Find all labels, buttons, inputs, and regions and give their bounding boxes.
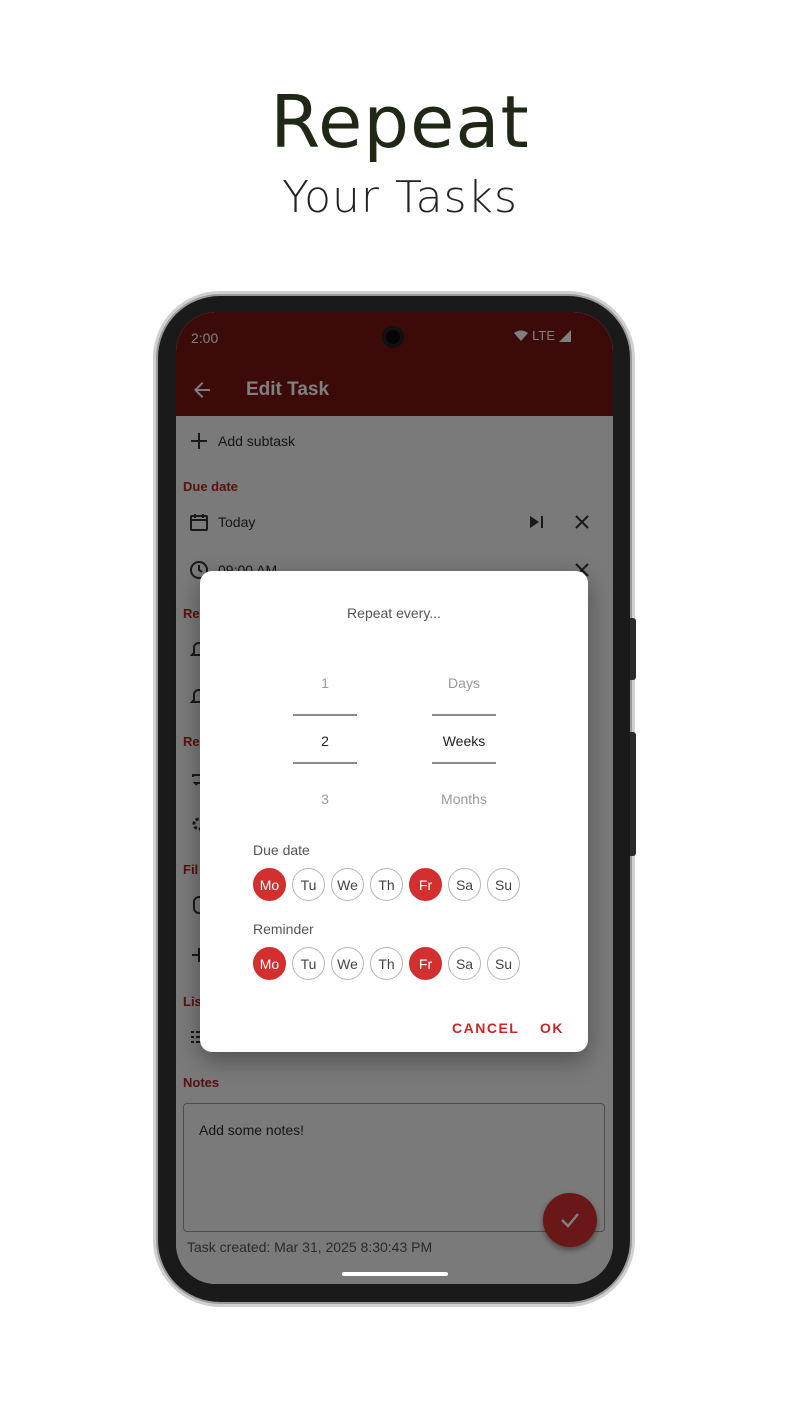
headline-subtitle: Your Tasks <box>282 172 518 223</box>
dialog-title: Repeat every... <box>347 605 441 621</box>
volume-button <box>630 618 636 680</box>
number-picker[interactable]: 1 2 3 <box>293 667 357 817</box>
picker-divider <box>293 762 357 764</box>
unit-option-below[interactable]: Months <box>432 791 496 807</box>
reminder-day-tu[interactable]: Tu <box>292 947 325 980</box>
repeat-dialog: Repeat every... 1 2 3 Days Weeks Months … <box>200 571 588 1052</box>
reminder-day-mo[interactable]: Mo <box>253 947 286 980</box>
home-indicator[interactable] <box>342 1272 448 1276</box>
reminder-day-su[interactable]: Su <box>487 947 520 980</box>
reminder-day-th[interactable]: Th <box>370 947 403 980</box>
number-option-below[interactable]: 3 <box>293 791 357 807</box>
reminder-day-we[interactable]: We <box>331 947 364 980</box>
due-day-tu[interactable]: Tu <box>292 868 325 901</box>
unit-option-selected[interactable]: Weeks <box>432 733 496 749</box>
ok-button[interactable]: OK <box>540 1020 564 1036</box>
picker-divider <box>293 714 357 716</box>
due-day-fr[interactable]: Fr <box>409 868 442 901</box>
due-date-day-selector: Mo Tu We Th Fr Sa Su <box>253 868 520 901</box>
due-day-mo[interactable]: Mo <box>253 868 286 901</box>
reminder-days-label: Reminder <box>253 921 314 937</box>
headline-title: Repeat <box>270 80 530 164</box>
due-day-su[interactable]: Su <box>487 868 520 901</box>
unit-option-above[interactable]: Days <box>432 675 496 691</box>
unit-picker[interactable]: Days Weeks Months <box>432 667 496 817</box>
due-day-sa[interactable]: Sa <box>448 868 481 901</box>
number-option-above[interactable]: 1 <box>293 675 357 691</box>
picker-divider <box>432 762 496 764</box>
power-button <box>630 732 636 856</box>
due-day-we[interactable]: We <box>331 868 364 901</box>
cancel-button[interactable]: CANCEL <box>452 1020 519 1036</box>
reminder-day-selector: Mo Tu We Th Fr Sa Su <box>253 947 520 980</box>
due-day-th[interactable]: Th <box>370 868 403 901</box>
reminder-day-sa[interactable]: Sa <box>448 947 481 980</box>
number-option-selected[interactable]: 2 <box>293 733 357 749</box>
picker-divider <box>432 714 496 716</box>
due-date-days-label: Due date <box>253 842 310 858</box>
reminder-day-fr[interactable]: Fr <box>409 947 442 980</box>
